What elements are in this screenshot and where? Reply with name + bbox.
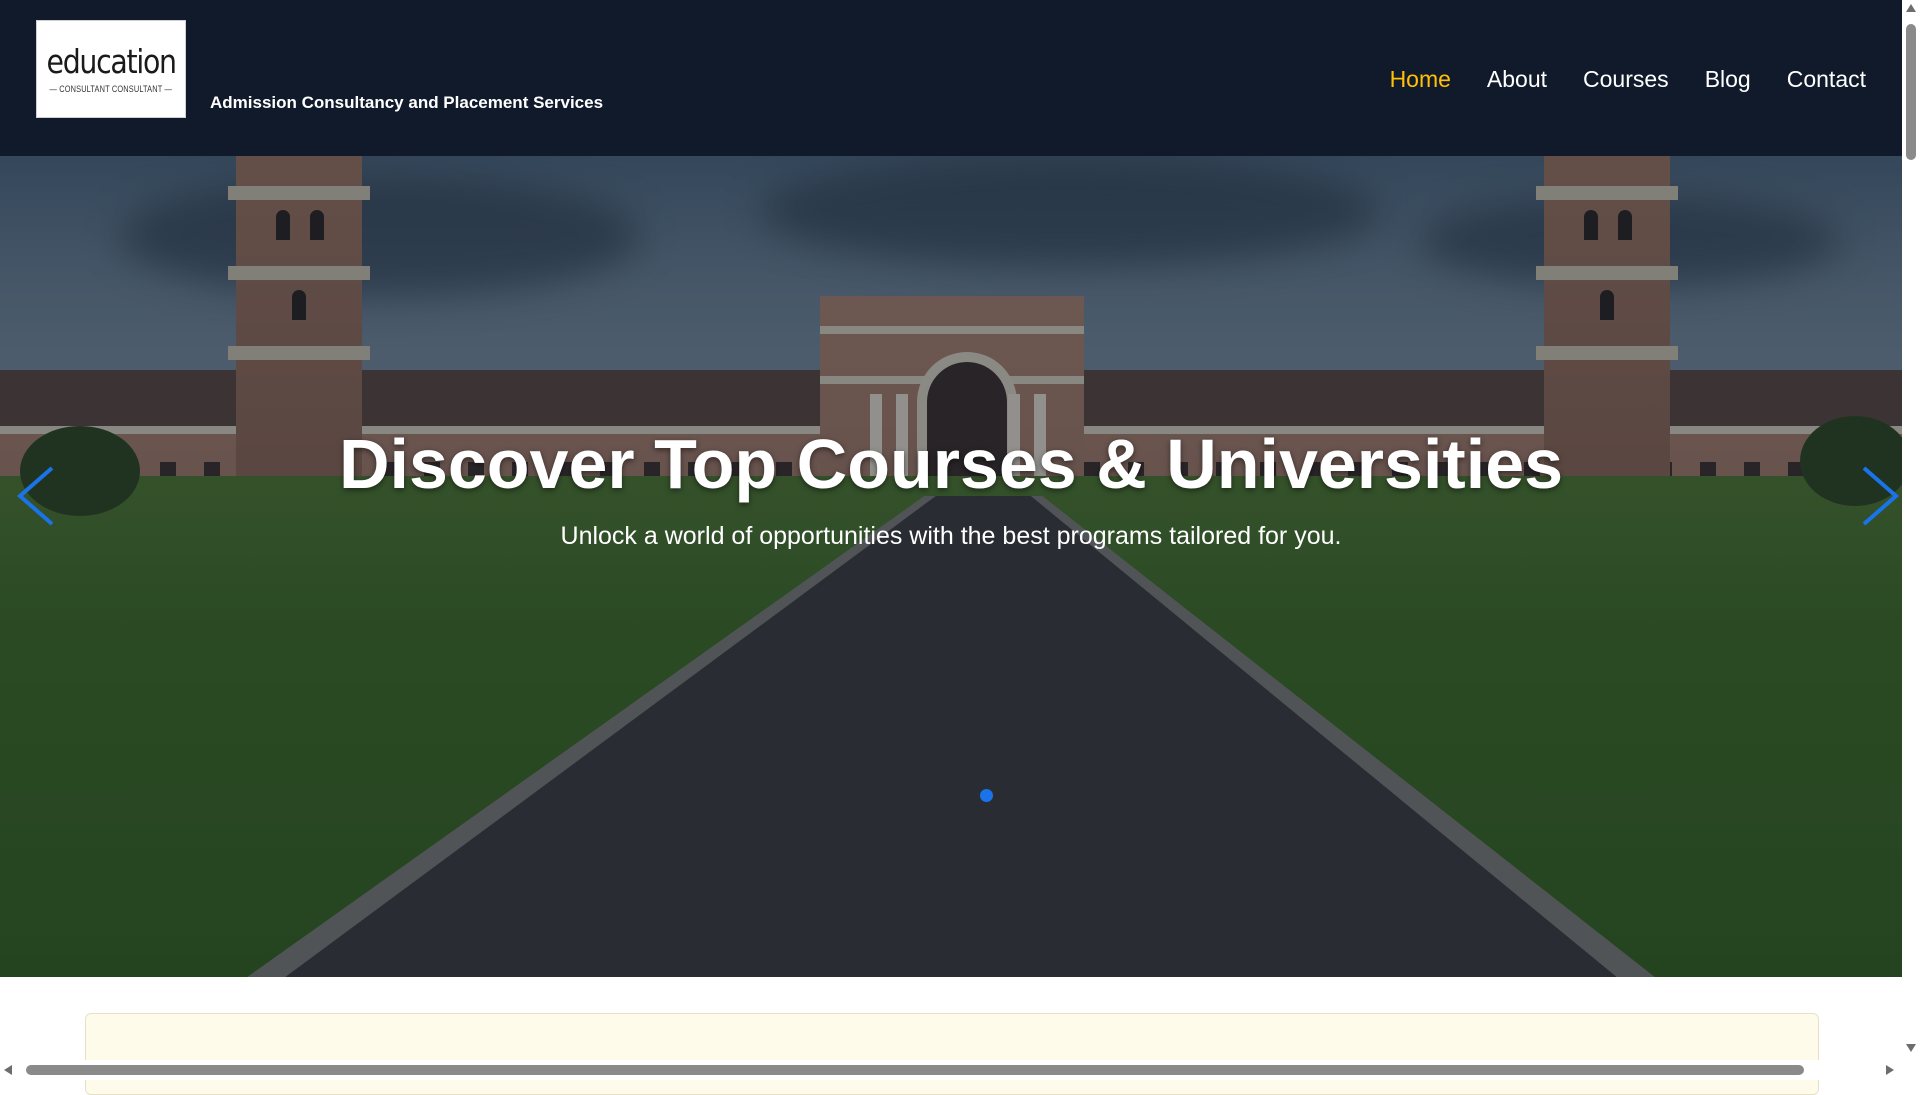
carousel-next-button[interactable]	[1850, 456, 1902, 536]
nav-blog[interactable]: Blog	[1705, 64, 1751, 94]
scroll-up-arrow-icon[interactable]	[1906, 4, 1916, 12]
horizontal-scroll-thumb[interactable]	[26, 1065, 1804, 1075]
logo-wordmark: education	[46, 41, 177, 81]
content-card	[85, 1013, 1819, 1095]
site-tagline: Admission Consultancy and Placement Serv…	[210, 93, 604, 112]
logo-subtext: — CONSULTANT CONSULTANT —	[49, 83, 173, 94]
logo[interactable]: education — CONSULTANT CONSULTANT —	[36, 20, 186, 118]
chevron-right-icon	[1862, 466, 1900, 526]
chevron-left-icon	[16, 466, 54, 526]
scroll-left-arrow-icon[interactable]	[4, 1065, 12, 1075]
carousel-indicator-dot[interactable]	[980, 789, 993, 802]
nav-contact[interactable]: Contact	[1787, 64, 1866, 94]
vertical-scrollbar[interactable]	[1902, 0, 1920, 1080]
hero-carousel: Discover Top Courses & Universities Unlo…	[0, 156, 1902, 977]
nav-home[interactable]: Home	[1390, 64, 1451, 94]
site-header: education — CONSULTANT CONSULTANT — Admi…	[0, 0, 1902, 156]
nav-about[interactable]: About	[1487, 64, 1547, 94]
carousel-prev-button[interactable]	[6, 456, 66, 536]
hero-title: Discover Top Courses & Universities	[338, 425, 1564, 503]
vertical-scroll-thumb[interactable]	[1906, 24, 1916, 160]
scroll-down-arrow-icon[interactable]	[1906, 1044, 1916, 1052]
nav-courses[interactable]: Courses	[1583, 64, 1669, 94]
main-nav: Home About Courses Blog Contact	[1354, 64, 1866, 94]
horizontal-scrollbar[interactable]	[0, 1060, 1902, 1080]
scroll-right-arrow-icon[interactable]	[1886, 1065, 1894, 1075]
hero-subtitle: Unlock a world of opportunities with the…	[560, 522, 1342, 550]
